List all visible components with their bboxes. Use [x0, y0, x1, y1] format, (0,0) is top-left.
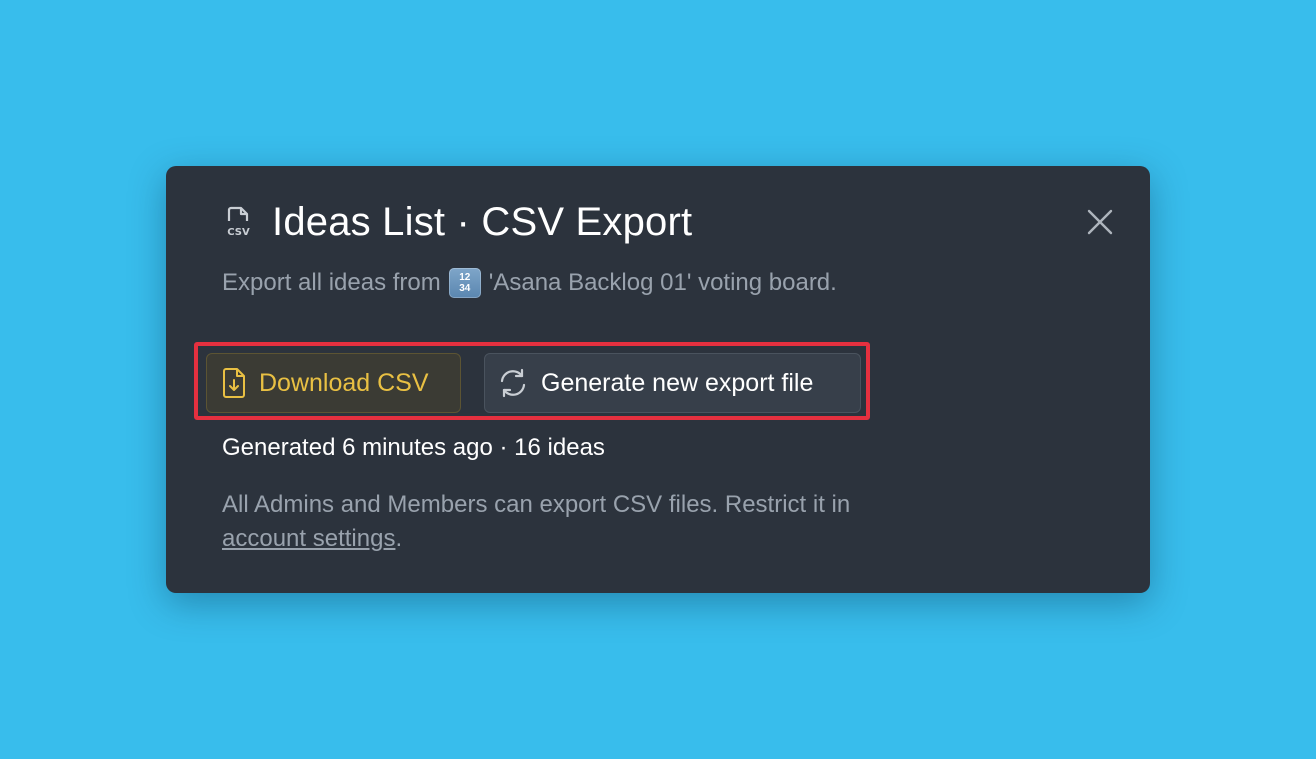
subtitle-prefix: Export all ideas from	[222, 269, 441, 296]
permissions-text: All Admins and Members can export CSV fi…	[222, 491, 851, 518]
generate-export-button[interactable]: Generate new export file	[484, 353, 861, 413]
download-csv-label: Download CSV	[259, 368, 429, 397]
emoji-digits-bottom: 34	[459, 283, 471, 294]
csv-file-icon: CSV	[222, 204, 256, 240]
numbers-emoji-icon: 12 34	[448, 268, 481, 298]
modal-header: CSV Ideas List · CSV Export	[222, 198, 692, 246]
modal-title: Ideas List · CSV Export	[272, 199, 693, 244]
account-settings-link[interactable]: account settings	[222, 525, 395, 552]
svg-text:CSV: CSV	[227, 227, 250, 238]
permissions-note: All Admins and Members can export CSV fi…	[222, 488, 982, 556]
refresh-icon	[497, 367, 529, 399]
modal-subtitle: Export all ideas from 12 34 'Asana Backl…	[222, 268, 837, 298]
close-icon	[1087, 209, 1113, 235]
csv-export-modal: CSV Ideas List · CSV Export Export all i…	[166, 166, 1150, 593]
permissions-period: .	[395, 525, 403, 552]
generate-export-label: Generate new export file	[541, 368, 814, 397]
subtitle-board-name: 'Asana Backlog 01' voting board.	[488, 269, 837, 296]
emoji-digits-top: 12	[459, 272, 471, 283]
export-status: Generated 6 minutes ago · 16 ideas	[222, 434, 605, 461]
download-csv-button[interactable]: Download CSV	[206, 353, 461, 413]
file-download-icon	[221, 367, 247, 399]
close-button[interactable]	[1084, 206, 1116, 238]
